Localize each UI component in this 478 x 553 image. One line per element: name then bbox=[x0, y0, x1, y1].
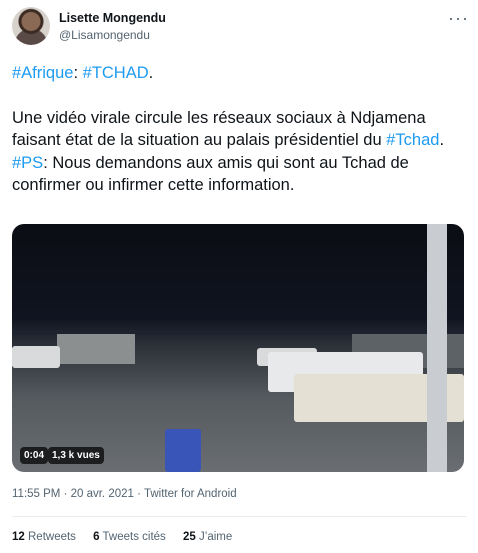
tweet-paragraph-2: Une vidéo virale circule les réseaux soc… bbox=[12, 108, 445, 150]
tweet-text: #Afrique: #TCHAD. Une vidéo virale circu… bbox=[12, 62, 467, 197]
avatar[interactable] bbox=[12, 7, 50, 45]
more-options-icon[interactable]: ··· bbox=[448, 8, 469, 29]
tweet-source[interactable]: Twitter for Android bbox=[144, 488, 237, 500]
quote-tweets-stat[interactable]: 6 Tweets cités bbox=[93, 531, 166, 543]
hashtag-afrique[interactable]: #Afrique bbox=[12, 64, 73, 82]
video-pole bbox=[427, 224, 447, 472]
author-name[interactable]: Lisette Mongendu bbox=[59, 11, 166, 25]
tweet-date[interactable]: 20 avr. 2021 bbox=[71, 488, 134, 500]
video-duration: 0:04 bbox=[20, 447, 49, 464]
tweet-line-1: #Afrique: #TCHAD. bbox=[12, 64, 154, 82]
likes-stat[interactable]: 25 J’aime bbox=[183, 531, 232, 543]
video-building bbox=[57, 334, 135, 364]
engagement-stats: 12 Retweets 6 Tweets cités 25 J’aime bbox=[12, 531, 246, 543]
hashtag-tchad-2[interactable]: #Tchad bbox=[386, 131, 439, 149]
video-vehicle bbox=[12, 346, 60, 368]
divider bbox=[12, 516, 466, 517]
tweet-time[interactable]: 11:55 PM bbox=[12, 488, 60, 500]
hashtag-ps[interactable]: #PS bbox=[12, 154, 43, 172]
video-player[interactable]: 0:04 1,3 k vues bbox=[12, 224, 464, 472]
hashtag-tchad[interactable]: #TCHAD bbox=[83, 64, 149, 82]
retweets-stat[interactable]: 12 Retweets bbox=[12, 531, 76, 543]
tweet-meta: 11:55 PM · 20 avr. 2021 · Twitter for An… bbox=[12, 488, 237, 500]
video-bin bbox=[165, 429, 201, 472]
author-handle[interactable]: @Lisamongendu bbox=[59, 28, 150, 42]
tweet-paragraph-3: #PS: Nous demandons aux amis qui sont au… bbox=[12, 153, 409, 195]
video-views: 1,3 k vues bbox=[48, 447, 104, 464]
